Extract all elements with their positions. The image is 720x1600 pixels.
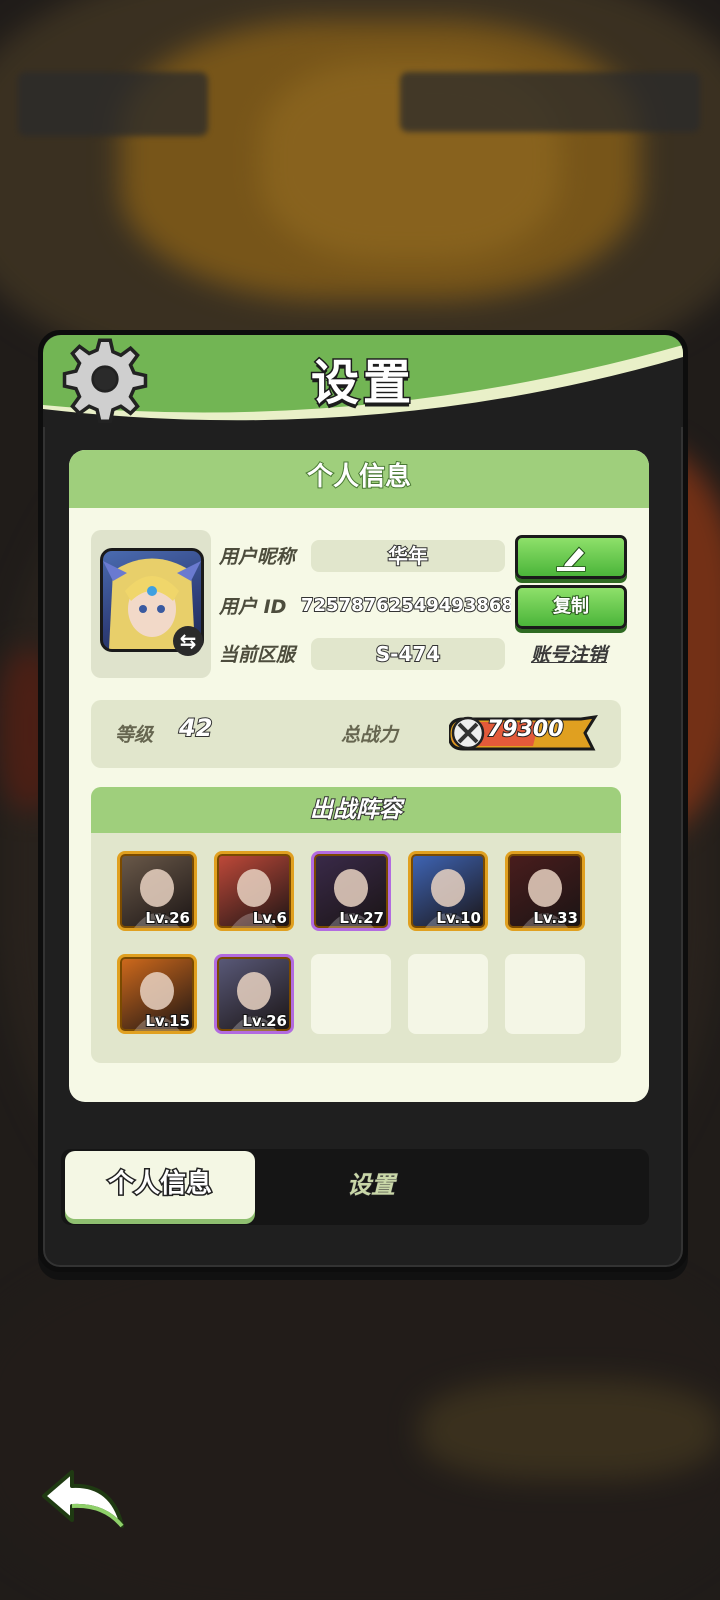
empty-slot[interactable]	[311, 954, 391, 1034]
hero-level: Lv.6	[252, 908, 288, 928]
dialog-title: 设置	[309, 354, 415, 413]
nickname-value: 华年	[311, 540, 505, 572]
hero-slot[interactable]: Lv.10	[408, 851, 488, 931]
panel-header: 个人信息	[69, 450, 649, 508]
battle-lineup: 出战阵容 Lv.26 Lv.6 Lv.27 Lv.10 Lv.33 Lv.15 Lv.26	[91, 787, 621, 1063]
background-hud-right	[400, 72, 700, 132]
level-label: 等级	[115, 724, 154, 746]
tab-settings[interactable]: 设置	[321, 1163, 421, 1207]
crossed-swords-icon	[451, 716, 485, 750]
dialog-header: 设置	[43, 335, 683, 427]
lineup-header: 出战阵容	[91, 787, 621, 833]
pencil-icon	[556, 546, 586, 572]
hero-slot[interactable]: Lv.26	[214, 954, 294, 1034]
power-badge: 79300	[449, 715, 599, 751]
hero-level: Lv.10	[435, 908, 482, 928]
hero-slot[interactable]: Lv.27	[311, 851, 391, 931]
hero-level: Lv.15	[144, 1011, 191, 1031]
hero-slot[interactable]: Lv.33	[505, 851, 585, 931]
copy-id-button[interactable]: 复制	[515, 585, 627, 629]
back-arrow-icon[interactable]	[38, 1466, 128, 1534]
user-id-label: 用户 ID	[219, 596, 287, 618]
hero-slot[interactable]: Lv.26	[117, 851, 197, 931]
power-value: 79300	[486, 716, 565, 743]
avatar-frame[interactable]: ⇆	[91, 530, 211, 678]
settings-dialog: 设置 个人信息 ⇆ 用户昵称 华年 用户 ID 7257876254949386…	[38, 330, 688, 1272]
user-id-value: 7257876254949386​8	[301, 594, 511, 617]
stats-bar: 等级 42 总战力 79300	[91, 700, 621, 768]
empty-slot[interactable]	[408, 954, 488, 1034]
account-logout-link[interactable]: 账号注销	[519, 640, 619, 667]
hero-level: Lv.33	[532, 908, 579, 928]
hero-level: Lv.26	[241, 1011, 288, 1031]
background-hud	[18, 72, 208, 136]
hero-slot[interactable]: Lv.6	[214, 851, 294, 931]
nickname-label: 用户昵称	[219, 546, 296, 568]
level-value: 42	[178, 713, 213, 743]
power-label: 总战力	[341, 724, 399, 746]
server-label: 当前区服	[219, 644, 296, 666]
hero-level: Lv.27	[338, 908, 385, 928]
edit-nickname-button[interactable]	[515, 535, 627, 579]
profile-panel: 个人信息 ⇆ 用户昵称 华年	[69, 450, 649, 1102]
empty-slot[interactable]	[505, 954, 585, 1034]
swap-avatar-icon[interactable]: ⇆	[173, 626, 203, 656]
server-value: S-474	[311, 638, 505, 670]
hero-level: Lv.26	[144, 908, 191, 928]
tab-profile[interactable]: 个人信息	[65, 1151, 255, 1219]
hero-slot[interactable]: Lv.15	[117, 954, 197, 1034]
tab-bar: 个人信息 设置	[61, 1149, 649, 1225]
